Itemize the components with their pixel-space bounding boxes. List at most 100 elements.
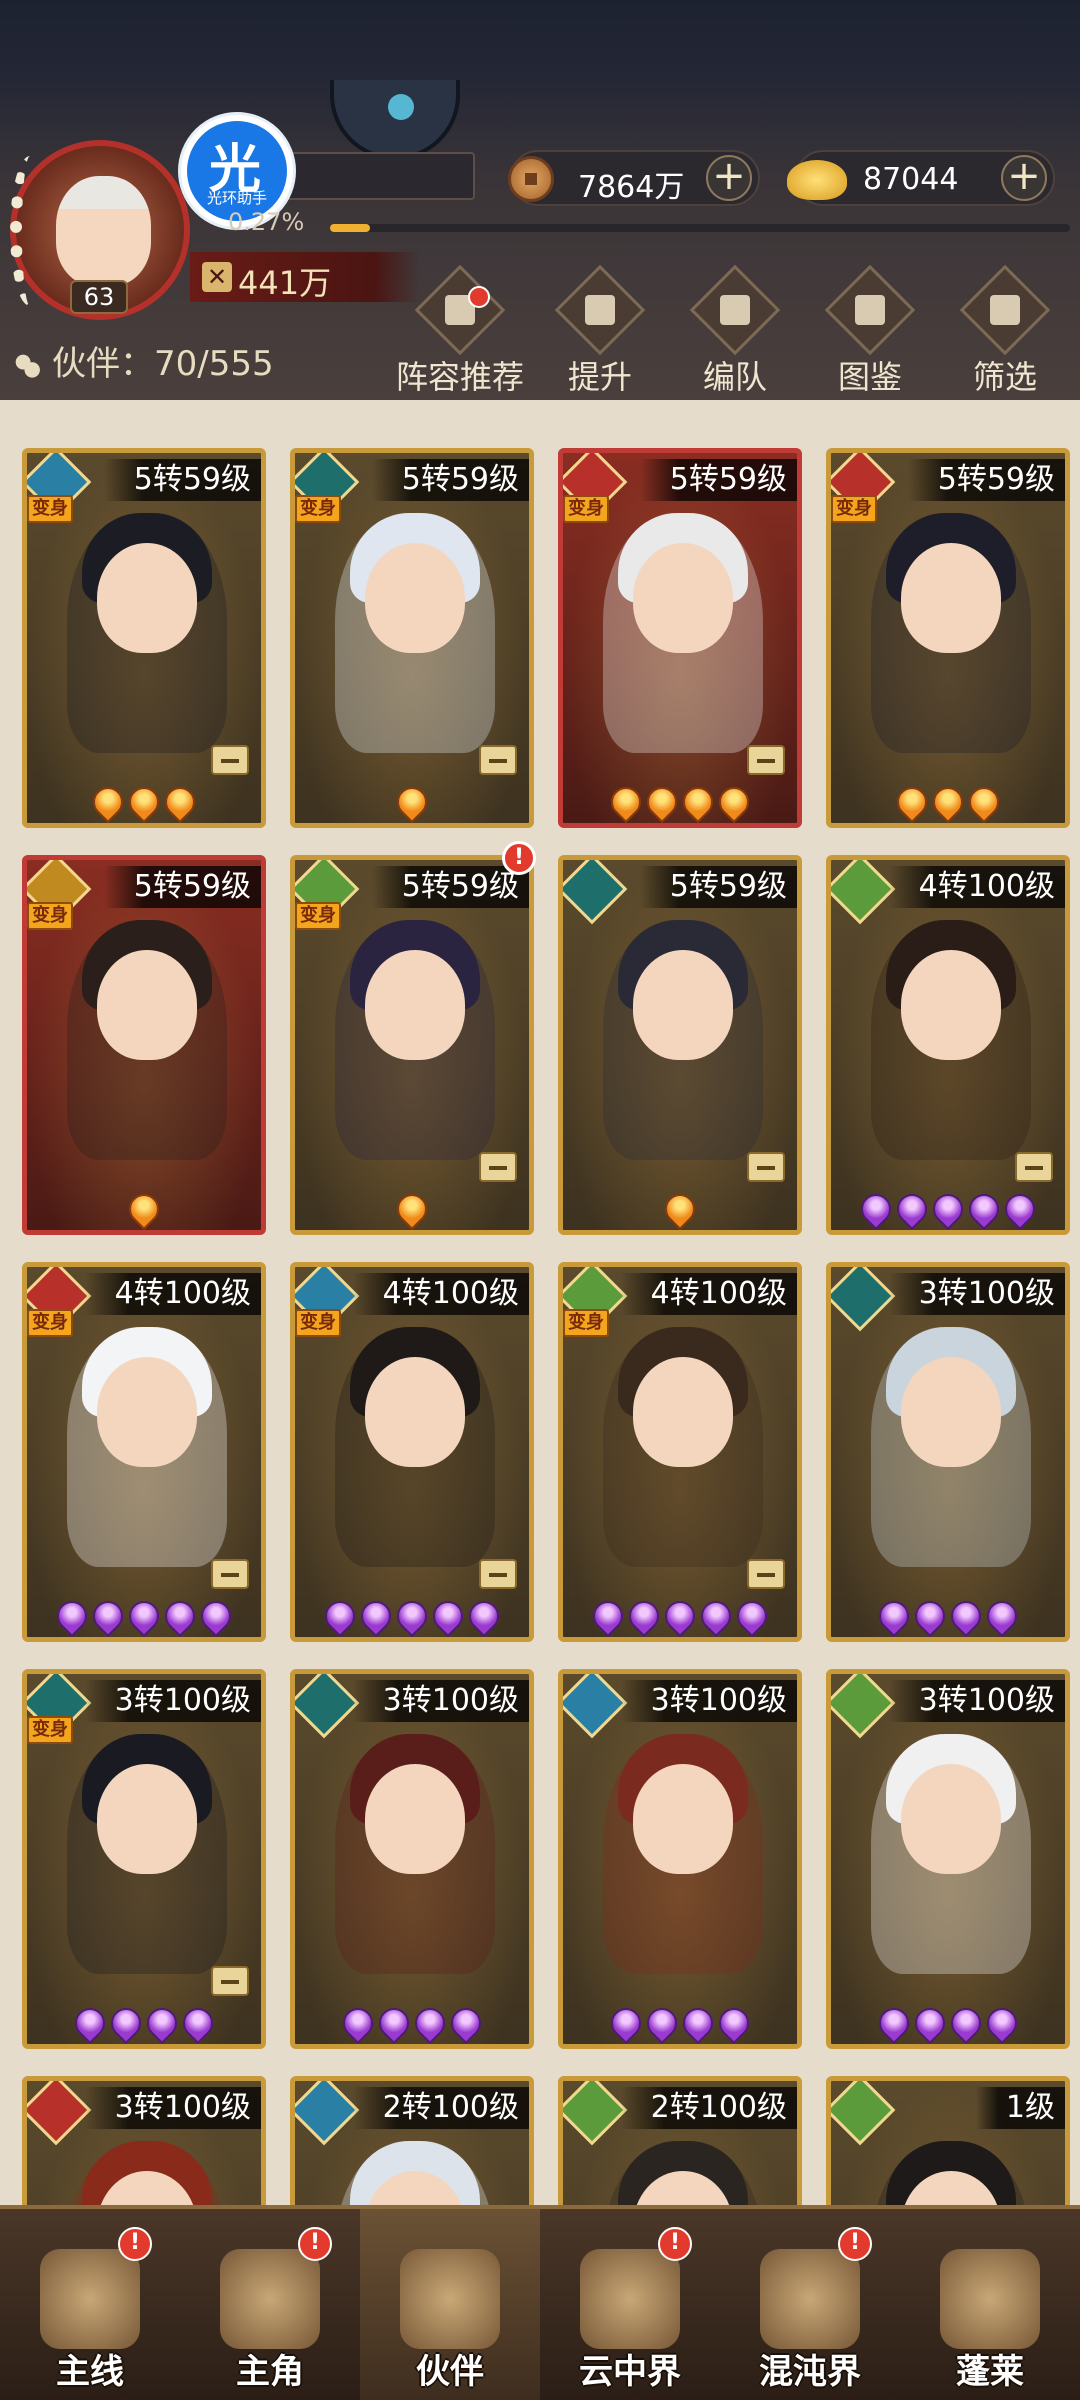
remove-from-team-icon[interactable] <box>479 745 517 775</box>
nav-tab-label: 主角 <box>236 2352 304 2392</box>
add-gold-button[interactable]: + <box>1001 155 1047 201</box>
partner-card[interactable]: 4转100级 变身 <box>558 1262 802 1642</box>
flame-star-icon <box>890 1187 934 1230</box>
flame-star-icon <box>890 780 934 823</box>
flame-star-icon <box>68 2001 112 2044</box>
partner-card[interactable]: 3转100级 <box>290 1669 534 2049</box>
remove-from-team-icon[interactable] <box>479 1559 517 1589</box>
flame-star-icon <box>604 780 648 823</box>
partner-face <box>365 1357 465 1467</box>
transform-badge: 变身 <box>295 1309 341 1337</box>
lineup-recommend-button[interactable]: 阵容推荐 <box>380 264 540 398</box>
partner-card[interactable]: 4转100级 变身 <box>22 1262 266 1642</box>
star-rating <box>831 780 1065 823</box>
partner-card[interactable]: 5转59级 变身 <box>22 448 266 828</box>
partner-card[interactable]: 5转59级 变身 <box>290 855 534 1235</box>
nav-tab[interactable]: 混沌界! <box>720 2209 900 2400</box>
flame-star-icon <box>622 1594 666 1637</box>
flame-star-icon <box>604 2001 648 2044</box>
flame-star-icon <box>462 1594 506 1637</box>
card-alert-icon: ! <box>502 841 536 875</box>
partner-face <box>97 950 197 1060</box>
nav-tab[interactable]: 伙伴 <box>360 2209 540 2400</box>
flame-star-icon <box>962 1187 1006 1230</box>
lineup-alert-dot <box>468 286 490 308</box>
star-rating <box>831 1187 1065 1230</box>
partner-card[interactable]: 3转100级 <box>826 1262 1070 1642</box>
remove-from-team-icon[interactable] <box>479 1152 517 1182</box>
partner-card[interactable]: 5转59级 变身 <box>290 448 534 828</box>
remove-from-team-icon[interactable] <box>211 1559 249 1589</box>
partners-icon <box>14 352 40 379</box>
top-header: 63 光 光环助手 0.27% ✕ 441万 7864万 + 87044 + 伙… <box>0 0 1080 400</box>
transform-badge: 变身 <box>27 1309 73 1337</box>
formation-button[interactable]: 编队 <box>675 264 795 398</box>
nav-tab-icon <box>580 2249 680 2349</box>
transform-badge: 变身 <box>563 1309 609 1337</box>
formation-label: 编队 <box>702 358 767 396</box>
nav-alert-icon: ! <box>658 2227 692 2261</box>
top-emblem-icon <box>330 80 460 160</box>
flame-star-icon <box>908 2001 952 2044</box>
nav-tab[interactable]: 蓬莱 <box>900 2209 1080 2400</box>
atlas-label: 图鉴 <box>837 358 902 396</box>
add-copper-button[interactable]: + <box>706 155 752 201</box>
partner-card[interactable]: 3转100级 <box>826 1669 1070 2049</box>
upgrade-button[interactable]: 提升 <box>540 264 660 398</box>
nav-alert-icon: ! <box>838 2227 872 2261</box>
partner-face <box>633 543 733 653</box>
nav-tab-label: 主线 <box>56 2352 124 2392</box>
flame-star-icon <box>122 1187 166 1230</box>
partner-card[interactable]: 5转59级 变身 <box>558 448 802 828</box>
partner-card[interactable]: 4转100级 <box>826 855 1070 1235</box>
remove-from-team-icon[interactable] <box>747 1559 785 1589</box>
transform-badge: 变身 <box>27 902 73 930</box>
flame-star-icon <box>676 780 720 823</box>
partner-card[interactable]: 2转100级 <box>558 2076 802 2205</box>
nav-tab[interactable]: 云中界! <box>540 2209 720 2400</box>
flame-star-icon <box>122 780 166 823</box>
transform-badge: 变身 <box>295 902 341 930</box>
nav-tab-icon <box>220 2249 320 2349</box>
filter-button[interactable]: 筛选 <box>945 264 1065 398</box>
partner-face <box>901 950 1001 1060</box>
nav-tab-icon <box>760 2249 860 2349</box>
formation-icon <box>689 264 781 356</box>
partner-card[interactable]: 2转100级 <box>290 2076 534 2205</box>
flame-star-icon <box>104 2001 148 2044</box>
partner-level: 5转59级 <box>639 866 797 908</box>
partner-card[interactable]: 1级 <box>826 2076 1070 2205</box>
remove-from-team-icon[interactable] <box>1015 1152 1053 1182</box>
partner-card[interactable]: 5转59级 变身 <box>826 448 1070 828</box>
partner-face <box>901 1764 1001 1874</box>
flame-star-icon <box>694 1594 738 1637</box>
partner-level: 4转100级 <box>888 866 1065 908</box>
partner-card[interactable]: 3转100级 变身 <box>22 1669 266 2049</box>
remove-from-team-icon[interactable] <box>211 745 249 775</box>
partner-face <box>901 543 1001 653</box>
partner-card[interactable]: 3转100级 <box>22 2076 266 2205</box>
remove-from-team-icon[interactable] <box>747 1152 785 1182</box>
partner-card[interactable]: 5转59级 变身 <box>22 855 266 1235</box>
flame-star-icon <box>194 1594 238 1637</box>
bottom-nav: 主线! 主角! 伙伴 云中界! 混沌界! 蓬莱 <box>0 2205 1080 2400</box>
atlas-button[interactable]: 图鉴 <box>810 264 930 398</box>
nav-tab-label: 伙伴 <box>416 2352 484 2392</box>
flame-star-icon <box>318 1594 362 1637</box>
partner-face <box>633 1764 733 1874</box>
star-rating <box>295 2001 529 2044</box>
flame-star-icon <box>962 780 1006 823</box>
partner-card[interactable]: 4转100级 变身 <box>290 1262 534 1642</box>
nav-tab[interactable]: 主角! <box>180 2209 360 2400</box>
remove-from-team-icon[interactable] <box>747 745 785 775</box>
partner-grid[interactable]: 5转59级 变身 5转59级 变身 5转59级 变身 5转59级 变身 5转59级 变身 5转59级… <box>0 400 1080 2205</box>
partner-card[interactable]: 5转59级 <box>558 855 802 1235</box>
nav-tab[interactable]: 主线! <box>0 2209 180 2400</box>
transform-badge: 变身 <box>831 495 877 523</box>
star-rating <box>831 1594 1065 1637</box>
partner-card[interactable]: 3转100级 <box>558 1669 802 2049</box>
exp-progress-fill <box>330 224 370 232</box>
remove-from-team-icon[interactable] <box>211 1966 249 1996</box>
partner-level: 3转100级 <box>888 1273 1065 1315</box>
exp-percent-text: 0.27% <box>228 208 305 236</box>
